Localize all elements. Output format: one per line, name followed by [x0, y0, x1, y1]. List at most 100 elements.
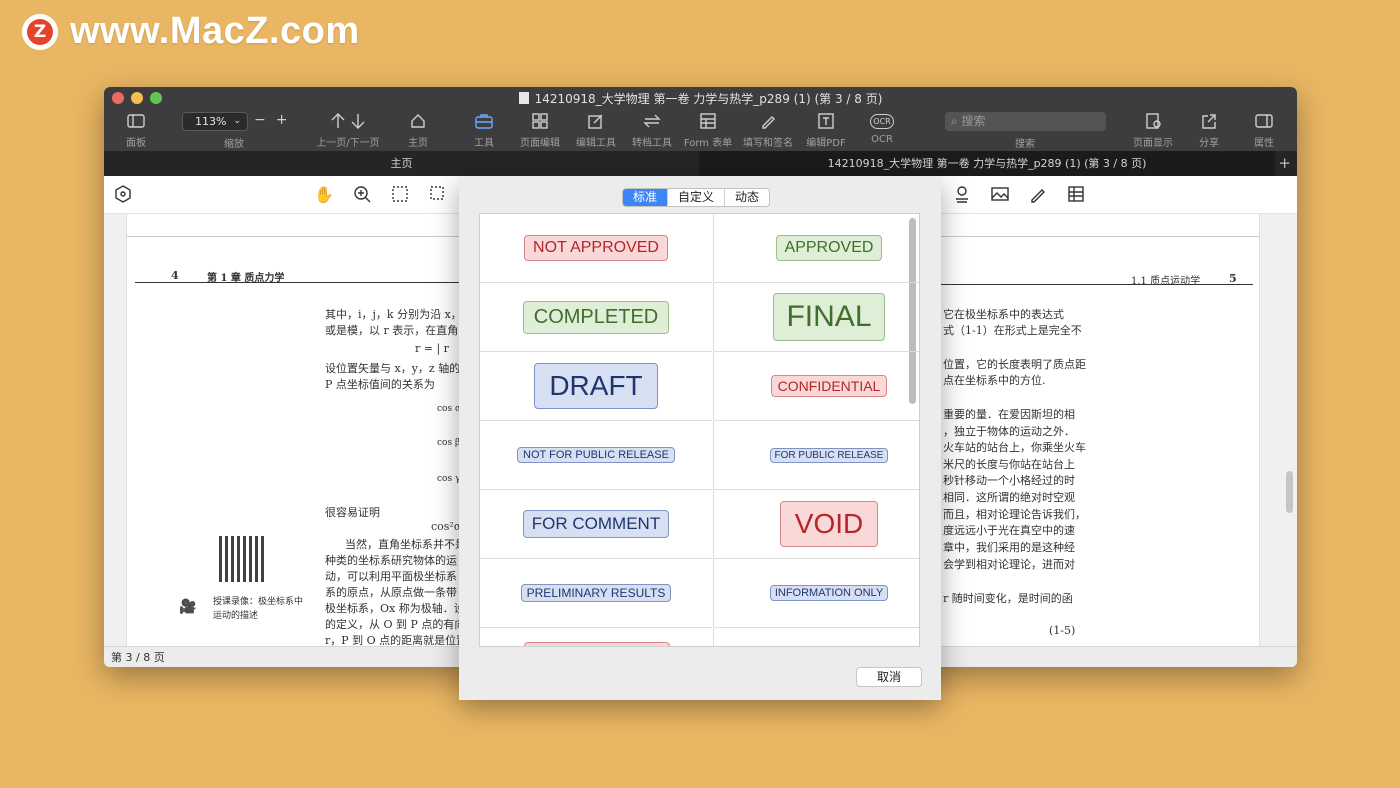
right-text-line: 重要的量．在爱因斯坦的相 — [943, 408, 1075, 421]
search-placeholder: 搜索 — [961, 114, 986, 128]
left-text-line: cos α — [437, 404, 462, 414]
left-text-line: 设位置矢量与 x，y，z 轴的夹 — [325, 362, 472, 375]
stamp-cell[interactable]: APPROVED — [713, 214, 919, 283]
zoom-tool-icon[interactable] — [352, 185, 372, 205]
table-icon[interactable] — [1066, 185, 1086, 205]
stamp-information-only: INFORMATION ONLY — [769, 585, 889, 601]
right-text-line: 点在坐标系中的方位. — [943, 374, 1046, 387]
panel-button[interactable]: 面板 — [104, 110, 176, 149]
left-text-line: r = | r — [415, 342, 449, 355]
select-area-icon[interactable] — [390, 185, 410, 205]
left-text-line: P 点坐标值间的关系为 — [325, 378, 435, 391]
zoom-value: 113% — [195, 115, 227, 128]
cancel-button[interactable]: 取消 — [856, 667, 922, 687]
window-title-text: 14210918_大学物理 第一卷 力学与热学_p289 (1) (第 3 / … — [534, 92, 883, 106]
macz-logo: Z — [22, 13, 58, 50]
stamp-tab-0[interactable]: 标准 — [623, 189, 668, 206]
stamp-cell[interactable]: INFORMATION ONLY — [713, 559, 919, 628]
stamp-not-for-public-release: NOT FOR PUBLIC RELEASE — [517, 447, 675, 463]
zoom-controls: −+ — [254, 112, 297, 128]
properties-button[interactable]: 属性 — [1224, 110, 1297, 149]
stamp-dialog: 标准 自定义 动态 NOT APPROVED APPROVED COMPLETED FIN… — [459, 177, 941, 700]
tab-home[interactable]: 主页 — [104, 151, 699, 176]
stamp-confidential: CONFIDENTIAL — [770, 375, 888, 397]
stamp-cell[interactable]: PRELIMINARY RESULTS — [480, 559, 712, 628]
prev-next-label: 上一页/下一页 — [316, 138, 380, 149]
left-text-line: 很容易证明 — [325, 506, 380, 519]
chevron-down-icon: ⌄ — [233, 116, 241, 126]
qr-caption-line1: 授课录像：极坐标系中 — [213, 597, 304, 607]
stamp-final: FINAL — [773, 293, 885, 341]
right-text-line: 米尺的长度与你站在站台上 — [943, 458, 1075, 471]
right-header-rule — [935, 284, 1253, 285]
stamp-cell[interactable]: FOR PUBLIC RELEASE — [713, 421, 919, 490]
stamp-icon[interactable] — [952, 185, 972, 205]
left-text-line: 动，可以利用平面极坐标系 — [325, 570, 457, 583]
right-text-line: 会学到相对论理论，进而对 — [943, 558, 1075, 571]
stamp-approved: APPROVED — [775, 235, 883, 261]
right-text-line: 相同．这所谓的绝对时空观 — [943, 491, 1075, 504]
left-text-line: 的定义，从 O 到 P 点的有向 — [325, 618, 466, 631]
left-text-line: 系的原点，从原点做一条带 — [325, 586, 457, 599]
search-icon: ⌕ — [951, 114, 962, 128]
stamp-cell[interactable]: NOT FOR PUBLIC RELEASE — [480, 421, 712, 490]
stamp-preliminary-results: PRELIMINARY RESULTS — [520, 584, 672, 602]
stamp-completed: COMPLETED — [522, 300, 670, 334]
left-page-number: 4 — [171, 269, 179, 282]
right-text-line: r 随时间变化，是时间的函 — [943, 592, 1073, 605]
image-icon[interactable] — [990, 185, 1010, 205]
ocr-button[interactable]: OCR OCR — [842, 110, 922, 145]
left-text-line: 极坐标系，Ox 称为极轴．设 — [325, 602, 465, 615]
left-text-line: 或是模，以 r 表示，在直角系 — [325, 324, 470, 337]
stamp-category-tabs: 标准 自定义 动态 — [622, 188, 771, 207]
stamp-grid[interactable]: NOT APPROVED APPROVED COMPLETED FINAL DRAFT C… — [479, 213, 920, 647]
zoom-in-button[interactable]: + — [276, 112, 298, 128]
sidebar-icon — [104, 110, 176, 132]
stamp-cell[interactable]: FOR COMMENT — [480, 490, 712, 559]
left-text-line: cos β — [437, 438, 461, 448]
stamp-cell[interactable]: FINAL — [713, 283, 919, 352]
settings-hexagon-icon[interactable] — [113, 185, 133, 205]
stamp-cell[interactable]: VOID — [713, 490, 919, 559]
signature-icon[interactable] — [1028, 185, 1048, 205]
stamp-cell[interactable]: DRAFT — [480, 352, 712, 421]
left-text-line: 种类的坐标系研究物体的运 — [325, 554, 457, 567]
right-text-line: 章中，我们采用的是这种经 — [943, 541, 1075, 554]
search-label-wrap: 搜索 — [985, 133, 1065, 150]
stamp-cell[interactable]: CONFIDENTIAL — [713, 352, 919, 421]
tab-document[interactable]: 14210918_大学物理 第一卷 力学与热学_p289 (1) (第 3 / … — [699, 151, 1275, 176]
zoom-out-button[interactable]: − — [254, 112, 276, 128]
zoom-label-wrap: 缩放 — [194, 133, 274, 150]
new-tab-button[interactable]: + — [1278, 151, 1291, 176]
stamp-tab-1[interactable]: 自定义 — [667, 189, 724, 206]
prev-next-button[interactable]: 上一页/下一页 — [308, 110, 388, 149]
stamp-tab-2[interactable]: 动态 — [724, 189, 769, 206]
zoom-label: 缩放 — [224, 139, 244, 150]
tab-bar: 主页 14210918_大学物理 第一卷 力学与热学_p289 (1) (第 3… — [104, 151, 1297, 176]
hand-tool-icon[interactable]: ✋ — [314, 185, 334, 205]
arrow-up-down-icon — [308, 110, 388, 132]
qr-code — [219, 536, 265, 582]
left-text-line: cos γ — [437, 474, 461, 484]
right-text-line: (1-5) — [1049, 624, 1076, 637]
watermark-text: www.MacZ.com — [70, 10, 360, 52]
document-scrollbar[interactable] — [1286, 471, 1293, 513]
stamp-cell[interactable]: COMPLETED — [480, 283, 712, 352]
page-indicator: 第 3 / 8 页 — [111, 651, 165, 664]
ocr-label: OCR — [871, 134, 893, 145]
inspector-icon — [1224, 110, 1297, 132]
stamp-for-public-release: FOR PUBLIC RELEASE — [769, 447, 889, 463]
stamp-cell[interactable]: NOT APPROVED — [480, 214, 712, 283]
stamp-void: VOID — [779, 501, 879, 547]
snapshot-icon[interactable] — [428, 185, 448, 205]
title-bar: 14210918_大学物理 第一卷 力学与热学_p289 (1) (第 3 / … — [104, 87, 1297, 151]
search-input[interactable]: ⌕ 搜索 — [945, 112, 1106, 131]
ocr-icon: OCR — [842, 110, 922, 132]
panel-label: 面板 — [126, 138, 146, 149]
qr-caption-line2: 运动的描述 — [213, 611, 259, 621]
watermark: Z www.MacZ.com — [22, 10, 360, 53]
left-header-rule — [135, 282, 465, 283]
right-text-line: 而且，相对论理论告诉我们， — [943, 508, 1086, 521]
zoom-select[interactable]: 113% ⌄ — [182, 112, 248, 131]
stamp-partial-next-row — [524, 642, 670, 646]
